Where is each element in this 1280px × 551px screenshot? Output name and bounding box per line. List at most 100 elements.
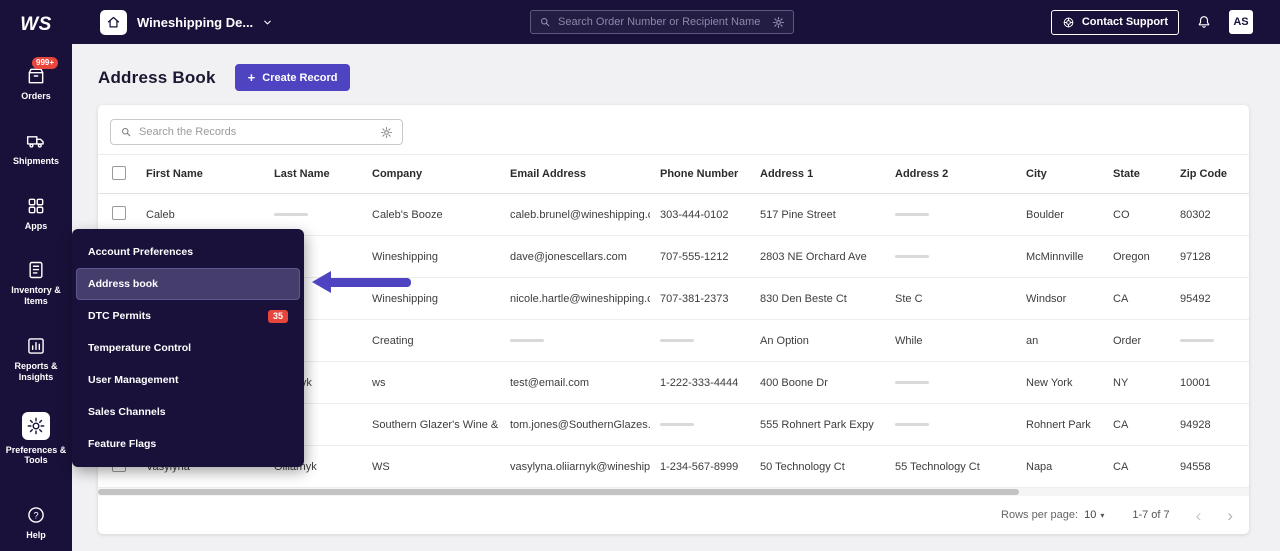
shipments-icon: [26, 131, 46, 151]
sidebar-item-apps[interactable]: Apps: [0, 196, 72, 232]
cell-city: Rohnert Park: [1016, 419, 1103, 431]
cell-city: New York: [1016, 377, 1103, 389]
pagination-range: 1-7 of 7: [1132, 509, 1169, 521]
cell-address-1: 400 Boone Dr: [750, 377, 885, 389]
search-icon: [120, 126, 132, 138]
column-header-company[interactable]: Company: [362, 168, 500, 180]
search-icon: [539, 16, 551, 28]
column-header-phone-number[interactable]: Phone Number: [650, 168, 750, 180]
row-checkbox[interactable]: [112, 206, 126, 220]
global-search-input[interactable]: [558, 16, 765, 28]
support-icon: [1062, 16, 1075, 29]
cell-company: Caleb's Booze: [362, 209, 500, 221]
page-title: Address Book: [98, 68, 216, 88]
menu-item-address-book[interactable]: Address book: [76, 268, 300, 300]
empty-value-dash: [895, 213, 929, 216]
empty-value-dash: [895, 255, 929, 258]
menu-item-feature-flags[interactable]: Feature Flags: [76, 428, 300, 460]
cell-state: CA: [1103, 419, 1170, 431]
horizontal-scrollbar[interactable]: [98, 488, 1249, 496]
cell-company: ws: [362, 377, 500, 389]
cell-phone-number: 1-222-333-4444: [650, 377, 750, 389]
apps-icon: [26, 196, 46, 216]
cell-phone-number: 707-555-1212: [650, 251, 750, 263]
contact-support-button[interactable]: Contact Support: [1051, 10, 1179, 35]
menu-item-label: User Management: [88, 374, 178, 386]
sidebar-item-shipments[interactable]: Shipments: [0, 131, 72, 167]
menu-item-sales-channels[interactable]: Sales Channels: [76, 396, 300, 428]
create-record-button[interactable]: + Create Record: [235, 64, 351, 91]
contact-support-label: Contact Support: [1082, 16, 1168, 28]
cell-first-name: Caleb: [136, 209, 264, 221]
cell-zip-code: [1170, 335, 1249, 347]
sidebar-item-label: Shipments: [13, 156, 59, 167]
cell-company: Wineshipping: [362, 251, 500, 263]
help-icon: ?: [26, 505, 46, 525]
cell-city: Windsor: [1016, 293, 1103, 305]
cell-address-2: While: [885, 335, 1016, 347]
global-search-settings-icon[interactable]: [772, 16, 785, 29]
sidebar-item-preferences-tools[interactable]: Preferences & Tools: [0, 412, 72, 467]
menu-item-user-management[interactable]: User Management: [76, 364, 300, 396]
sidebar-item-inventory-items[interactable]: Inventory & Items: [0, 260, 72, 307]
cell-city: Boulder: [1016, 209, 1103, 221]
cell-phone-number: [650, 419, 750, 431]
cell-address-1: An Option: [750, 335, 885, 347]
menu-count-badge: 35: [268, 310, 288, 323]
sidebar: WS 999+Orders Shipments Apps Inventory & It…: [0, 0, 72, 551]
empty-value-dash: [660, 423, 694, 426]
column-header-first-name[interactable]: First Name: [136, 168, 264, 180]
cell-city: McMinnville: [1016, 251, 1103, 263]
home-button[interactable]: [100, 10, 127, 35]
cell-company: Wineshipping: [362, 293, 500, 305]
cell-state: Oregon: [1103, 251, 1170, 263]
global-search: [530, 10, 794, 34]
column-header-state[interactable]: State: [1103, 168, 1170, 180]
sidebar-item-help[interactable]: ?Help: [0, 505, 72, 541]
record-search-settings-icon[interactable]: [380, 126, 393, 139]
column-header-address-2[interactable]: Address 2: [885, 168, 1016, 180]
cell-city: Napa: [1016, 461, 1103, 473]
cell-phone-number: [650, 335, 750, 347]
count-badge: 999+: [32, 57, 58, 69]
cell-zip-code: 94928: [1170, 419, 1249, 431]
caret-down-icon: ▾: [1100, 511, 1104, 520]
menu-item-account-preferences[interactable]: Account Preferences: [76, 236, 300, 268]
column-header-email-address[interactable]: Email Address: [500, 168, 650, 180]
menu-item-temperature-control[interactable]: Temperature Control: [76, 332, 300, 364]
record-search-input[interactable]: [139, 126, 373, 138]
cell-state: NY: [1103, 377, 1170, 389]
cell-email-address: [500, 335, 650, 347]
column-header-city[interactable]: City: [1016, 168, 1103, 180]
preferences-menu: Account PreferencesAddress bookDTC Permi…: [72, 229, 304, 467]
cell-email-address: dave@jonescellars.com: [500, 251, 650, 263]
cell-address-2: [885, 251, 1016, 263]
cell-zip-code: 95492: [1170, 293, 1249, 305]
next-page-button[interactable]: ›: [1227, 507, 1233, 524]
column-header-zip-code[interactable]: Zip Code: [1170, 168, 1249, 180]
cell-last-name: [264, 209, 362, 221]
cell-email-address: test@email.com: [500, 377, 650, 389]
column-header-address-1[interactable]: Address 1: [750, 168, 885, 180]
menu-item-dtc-permits[interactable]: DTC Permits35: [76, 300, 300, 332]
app-logo: WS: [20, 12, 52, 38]
previous-page-button[interactable]: ‹: [1196, 507, 1202, 524]
table-header: First NameLast NameCompanyEmail AddressP…: [98, 154, 1249, 194]
select-all-cell: [98, 166, 136, 183]
scrollbar-thumb[interactable]: [98, 489, 1019, 495]
empty-value-dash: [895, 381, 929, 384]
inventory-icon: [26, 260, 46, 280]
cell-company: Southern Glazer's Wine & S...: [362, 419, 500, 431]
rows-per-page-select[interactable]: 10 ▾: [1084, 509, 1104, 521]
sidebar-item-reports-insights[interactable]: Reports & Insights: [0, 336, 72, 383]
orders-icon: 999+: [26, 66, 46, 86]
column-header-last-name[interactable]: Last Name: [264, 168, 362, 180]
chevron-down-icon: [262, 17, 273, 28]
select-all-checkbox[interactable]: [112, 166, 126, 180]
avatar[interactable]: AS: [1229, 10, 1253, 34]
org-switcher[interactable]: Wineshipping De...: [137, 15, 273, 30]
sidebar-item-orders[interactable]: 999+Orders: [0, 66, 72, 102]
row-select-cell: [98, 206, 136, 223]
sidebar-item-label: Inventory & Items: [5, 285, 67, 307]
notifications-bell-icon[interactable]: [1196, 14, 1212, 30]
